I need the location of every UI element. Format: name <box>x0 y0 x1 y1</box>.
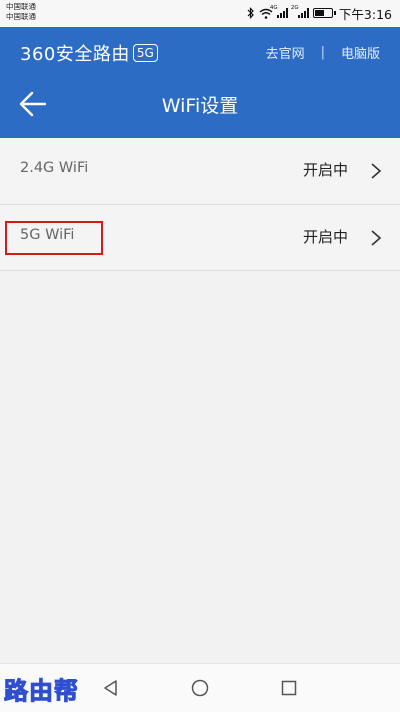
brand-logo: 360安全路由 5G <box>20 40 158 66</box>
status-icons: 4G 2G 下午3:16 <box>247 5 392 22</box>
wifi-status: 开启中 <box>302 161 348 179</box>
watermark-logo: 路由帮 <box>4 677 79 706</box>
carrier-label-2: 中国联通 <box>6 12 36 21</box>
carrier-label-1: 中国联通 <box>6 2 36 11</box>
signal-icon-1: 4G <box>270 5 288 18</box>
highlight-box <box>5 221 103 255</box>
battery-fill <box>314 10 324 16</box>
official-site-link[interactable]: 去官网 <box>266 43 305 62</box>
header-links: 去官网 | 电脑版 <box>266 43 380 62</box>
signal-icon-2: 2G <box>291 5 309 18</box>
network-type-1: 4G <box>269 5 278 11</box>
battery-icon <box>312 8 336 18</box>
chevron-right-icon <box>371 163 382 179</box>
square-recents-icon[interactable] <box>279 678 299 698</box>
wifi-row-2-4g[interactable]: 2.4G WiFi 开启中 <box>0 138 400 205</box>
status-bar: 中国联通 中国联通 4G 2G 下午3:16 <box>0 0 400 27</box>
wifi-band-label: 2.4G WiFi <box>20 160 89 176</box>
chevron-right-icon <box>371 230 382 246</box>
wifi-settings-list: 2.4G WiFi 开启中 5G WiFi 开启中 <box>0 138 400 271</box>
desktop-version-link[interactable]: 电脑版 <box>341 43 380 62</box>
triangle-back-icon[interactable] <box>101 678 121 698</box>
clock: 下午3:16 <box>338 6 392 22</box>
brand-badge: 5G <box>132 44 158 62</box>
link-separator: | <box>320 45 325 60</box>
bluetooth-icon <box>247 7 254 19</box>
network-type-2: 2G <box>290 5 299 11</box>
carrier-info: 中国联通 中国联通 <box>6 2 36 22</box>
app-header: 360安全路由 5G 去官网 | 电脑版 WiFi设置 <box>0 27 400 138</box>
circle-home-icon[interactable] <box>190 678 210 698</box>
brand-name: 360安全路由 <box>20 44 130 65</box>
wifi-status: 开启中 <box>302 228 348 246</box>
page-title: WiFi设置 <box>161 95 239 117</box>
